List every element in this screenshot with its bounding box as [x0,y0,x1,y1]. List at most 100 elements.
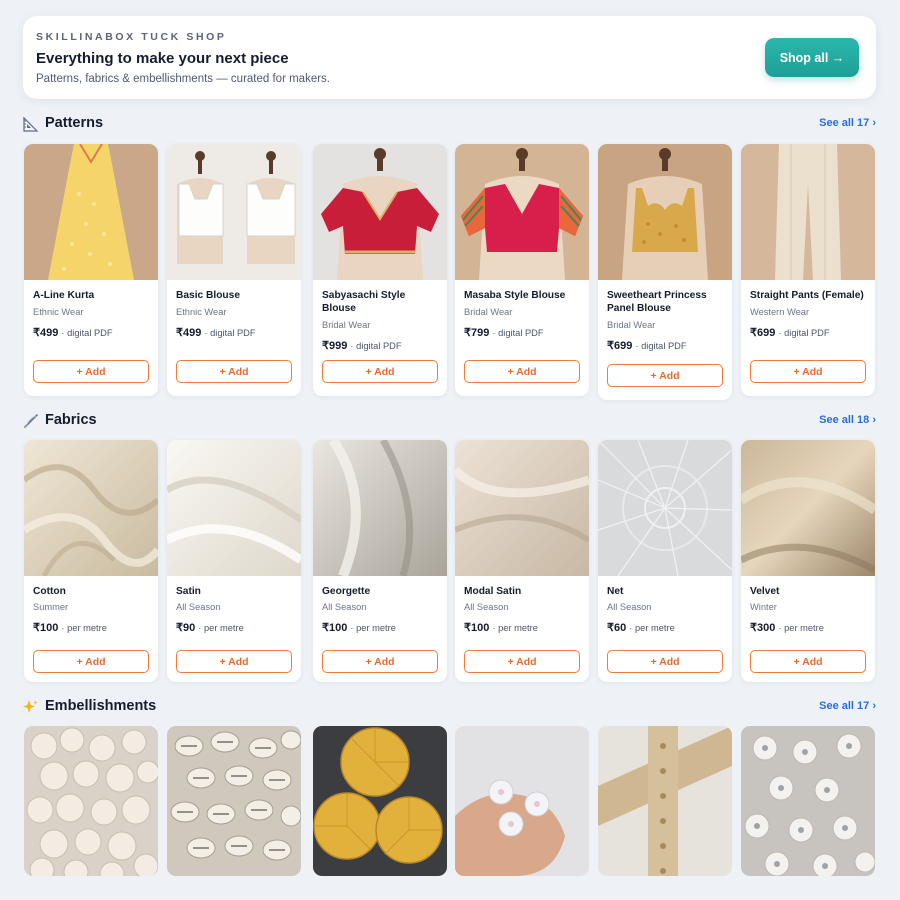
pattern-card-a-line-kurta[interactable]: A-Line Kurta Ethnic Wear ₹499 · digital … [24,144,158,396]
fabrics-title: Fabrics [45,412,97,428]
pattern-card-masaba-blouse[interactable]: Masaba Style Blouse Bridal Wear ₹799 · d… [455,144,589,396]
fabric-card-velvet[interactable]: Velvet Winter ₹300 · per metre + Add [741,440,875,682]
add-button[interactable]: + Add [607,650,723,673]
product-category: Ethnic Wear [176,307,227,317]
embellishment-gota-rosettes-image[interactable] [313,726,447,876]
price-unit: · per metre [198,623,244,633]
product-name: Satin [176,586,201,597]
product-name: Modal Satin [464,586,522,597]
product-category: Bridal Wear [607,320,656,330]
patterns-title: Patterns [45,115,104,131]
embellishment-flower-appliques-image[interactable] [455,726,589,876]
product-image [741,144,875,280]
pattern-card-basic-blouse[interactable]: Basic Blouse Ethnic Wear ₹499 · digital … [167,144,301,396]
price-unit: · digital PDF [635,341,687,351]
price-value: ₹300 [750,622,776,634]
price-value: ₹799 [464,327,490,339]
price-unit: · per metre [61,623,107,633]
product-category: All Season [176,602,221,612]
shop-eyebrow: SKILLINABOX TUCK SHOP [36,31,227,43]
pattern-card-straight-pants[interactable]: Straight Pants (Female) Western Wear ₹69… [741,144,875,396]
product-category: All Season [322,602,367,612]
add-button[interactable]: + Add [33,650,149,673]
fabric-card-satin[interactable]: Satin All Season ₹90 · per metre + Add [167,440,301,682]
product-name: Sabyasachi Style Blouse [322,290,406,314]
add-button[interactable]: + Add [33,360,149,383]
embellishment-pearls-image[interactable] [24,726,158,876]
product-price: ₹499 · digital PDF [33,327,149,340]
price-unit: · per metre [629,623,675,633]
price-unit: · per metre [778,623,824,633]
embellishment-cowrie-shells-image[interactable] [167,726,301,876]
price-value: ₹499 [33,327,59,339]
price-unit: · digital PDF [778,328,830,338]
pattern-card-sweetheart-blouse[interactable]: Sweetheart Princess Panel Blouse Bridal … [598,144,732,400]
embellishment-sequin-flowers-image[interactable] [741,726,875,876]
product-name: Cotton [33,586,66,597]
product-image [24,440,158,576]
product-price: ₹499 · digital PDF [176,327,292,340]
product-category: Winter [750,602,777,612]
add-button[interactable]: + Add [176,650,292,673]
price-value: ₹699 [750,327,776,339]
embellishment-lace-trim-image[interactable] [598,726,732,876]
product-category: Bridal Wear [322,320,371,330]
pattern-card-sabyasachi-blouse[interactable]: Sabyasachi Style Blouse Bridal Wear ₹999… [313,144,447,396]
add-button[interactable]: + Add [607,364,723,387]
product-category: All Season [464,602,509,612]
fabric-card-net[interactable]: Net All Season ₹60 · per metre + Add [598,440,732,682]
add-button[interactable]: + Add [464,650,580,673]
product-price: ₹90 · per metre [176,622,292,635]
product-price: ₹699 · digital PDF [607,340,723,353]
embellishments-title: Embellishments [45,698,157,714]
price-value: ₹100 [322,622,348,634]
product-price: ₹100 · per metre [464,622,580,635]
triangle-ruler-icon [23,116,39,132]
fabric-card-modal-satin[interactable]: Modal Satin All Season ₹100 · per metre … [455,440,589,682]
banner-subtitle: Patterns, fabrics & embellishments — cur… [36,73,330,85]
product-image [598,440,732,576]
banner-title: Everything to make your next piece [36,50,289,67]
product-price: ₹999 · digital PDF [322,340,438,353]
product-name: Sweetheart Princess Panel Blouse [607,290,707,314]
shop-banner: SKILLINABOX TUCK SHOP Everything to make… [23,16,876,99]
embellishments-section-header: Embellishments See all 17 › [23,696,876,720]
fabric-card-cotton[interactable]: Cotton Summer ₹100 · per metre + Add [24,440,158,682]
product-category: All Season [607,602,652,612]
product-category: Ethnic Wear [33,307,84,317]
product-name: Masaba Style Blouse [464,290,566,301]
product-name: Velvet [750,586,780,597]
add-button[interactable]: + Add [750,650,866,673]
sparkles-icon [23,699,39,715]
add-button[interactable]: + Add [464,360,580,383]
product-category: Western Wear [750,307,810,317]
embellishments-see-all-link[interactable]: See all 17 › [819,699,876,713]
sewing-needle-icon [23,413,39,429]
product-name: Georgette [322,586,371,597]
price-value: ₹60 [607,622,627,634]
fabric-card-georgette[interactable]: Georgette All Season ₹100 · per metre + … [313,440,447,682]
price-unit: · digital PDF [492,328,544,338]
add-button[interactable]: + Add [176,360,292,383]
fabrics-see-all-link[interactable]: See all 18 › [819,413,876,427]
add-button[interactable]: + Add [322,650,438,673]
price-unit: · digital PDF [350,341,402,351]
add-button[interactable]: + Add [750,360,866,383]
price-value: ₹699 [607,340,633,352]
product-name: Basic Blouse [176,290,240,301]
price-value: ₹499 [176,327,202,339]
price-value: ₹999 [322,340,348,352]
patterns-see-all-link[interactable]: See all 17 › [819,116,876,130]
price-value: ₹100 [33,622,59,634]
product-price: ₹699 · digital PDF [750,327,866,340]
product-price: ₹799 · digital PDF [464,327,580,340]
price-value: ₹100 [464,622,490,634]
product-name: Straight Pants (Female) [750,290,864,301]
price-unit: · digital PDF [61,328,113,338]
shop-all-button[interactable]: Shop all → [765,38,859,77]
product-image [313,144,447,280]
product-image [455,144,589,280]
price-unit: · digital PDF [204,328,256,338]
add-button[interactable]: + Add [322,360,438,383]
product-price: ₹100 · per metre [33,622,149,635]
